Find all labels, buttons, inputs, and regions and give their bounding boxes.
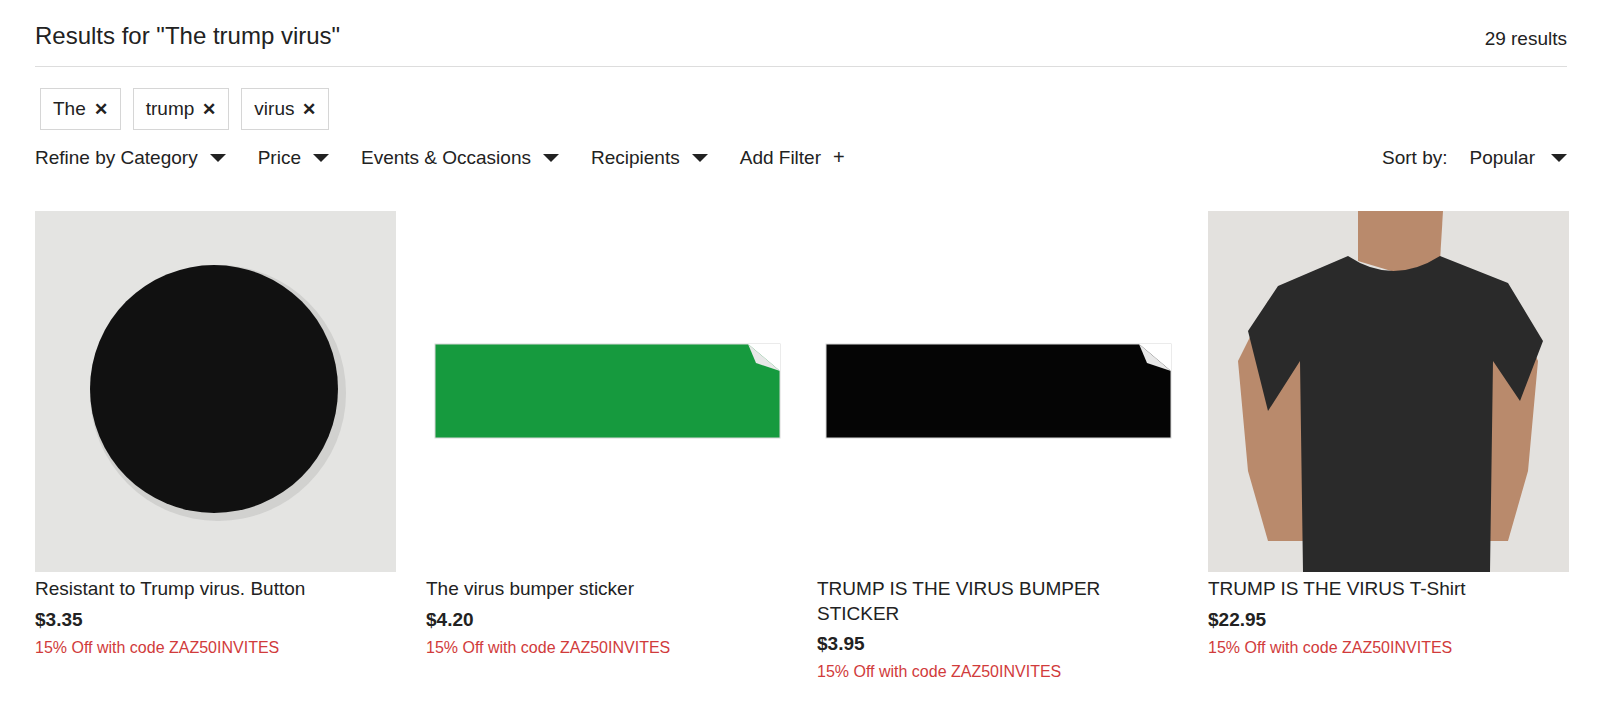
chip-label: trump — [146, 98, 195, 120]
dropdown-arrow-icon — [543, 154, 559, 162]
product-card[interactable]: TRUMP IS THE VIRUS T-Shirt $22.95 15% Off … — [1208, 211, 1569, 681]
filter-dropdown[interactable]: Price — [258, 147, 329, 169]
promo-text: 15% Off with code ZAZ50INVITES — [1208, 639, 1569, 657]
promo-text: 15% Off with code ZAZ50INVITES — [817, 663, 1178, 681]
product-image[interactable] — [1208, 211, 1569, 572]
product-name[interactable]: TRUMP IS THE VIRUS T-Shirt — [1208, 577, 1569, 602]
product-image[interactable] — [817, 211, 1178, 572]
product-image[interactable] — [426, 211, 787, 572]
dropdown-arrow-icon — [692, 154, 708, 162]
product-price: $22.95 — [1208, 609, 1569, 631]
filter-dropdown[interactable]: Refine by Category — [35, 147, 226, 169]
remove-icon[interactable]: ✕ — [202, 99, 216, 120]
product-card[interactable]: The virus bumper sticker $4.20 15% Off wit… — [426, 211, 787, 681]
button-product-icon — [35, 211, 396, 572]
dropdown-arrow-icon — [210, 154, 226, 162]
query-chip[interactable]: trump ✕ — [133, 88, 230, 130]
results-count: 29 results — [1485, 28, 1567, 54]
dropdown-arrow-icon — [1551, 154, 1567, 162]
query-chip[interactable]: The ✕ — [40, 88, 121, 130]
product-card[interactable]: Resistant to Trump virus. Button $3.35 15%… — [35, 211, 396, 681]
product-price: $3.35 — [35, 609, 396, 631]
query-chip[interactable]: virus ✕ — [241, 88, 329, 130]
filter-dropdown[interactable]: Recipients — [591, 147, 708, 169]
product-name[interactable]: The virus bumper sticker — [426, 577, 787, 602]
dropdown-arrow-icon — [313, 154, 329, 162]
results-heading: Results for "The trump virus" — [35, 18, 340, 54]
filter-dropdown[interactable]: Events & Occasions — [361, 147, 559, 169]
product-grid: Resistant to Trump virus. Button $3.35 15%… — [35, 169, 1567, 681]
query-chips: The ✕ trump ✕ virus ✕ — [35, 67, 1567, 130]
promo-text: 15% Off with code ZAZ50INVITES — [426, 639, 787, 657]
tshirt-product-icon — [1208, 211, 1569, 572]
chip-label: The — [53, 98, 86, 120]
chip-label: virus — [254, 98, 294, 120]
plus-icon: + — [833, 146, 845, 169]
results-header: Results for "The trump virus" 29 results — [35, 18, 1567, 67]
sort-dropdown[interactable]: Sort by:Popular — [1382, 147, 1567, 169]
search-results-page: Results for "The trump virus" 29 results T… — [0, 0, 1600, 701]
product-image[interactable] — [35, 211, 396, 572]
product-card[interactable]: TRUMP IS THE VIRUS BUMPER STICKER $3.95 15… — [817, 211, 1178, 681]
remove-icon[interactable]: ✕ — [302, 99, 316, 120]
filter-bar: Refine by Category Price Events & Occasion… — [35, 130, 1567, 169]
remove-icon[interactable]: ✕ — [94, 99, 108, 120]
product-price: $4.20 — [426, 609, 787, 631]
product-name[interactable]: TRUMP IS THE VIRUS BUMPER STICKER — [817, 577, 1178, 626]
sticker-product-icon — [817, 211, 1178, 572]
product-name[interactable]: Resistant to Trump virus. Button — [35, 577, 396, 602]
promo-text: 15% Off with code ZAZ50INVITES — [35, 639, 396, 657]
add-filter-button[interactable]: Add Filter+ — [740, 146, 845, 169]
product-price: $3.95 — [817, 633, 1178, 655]
sticker-product-icon — [426, 211, 787, 572]
